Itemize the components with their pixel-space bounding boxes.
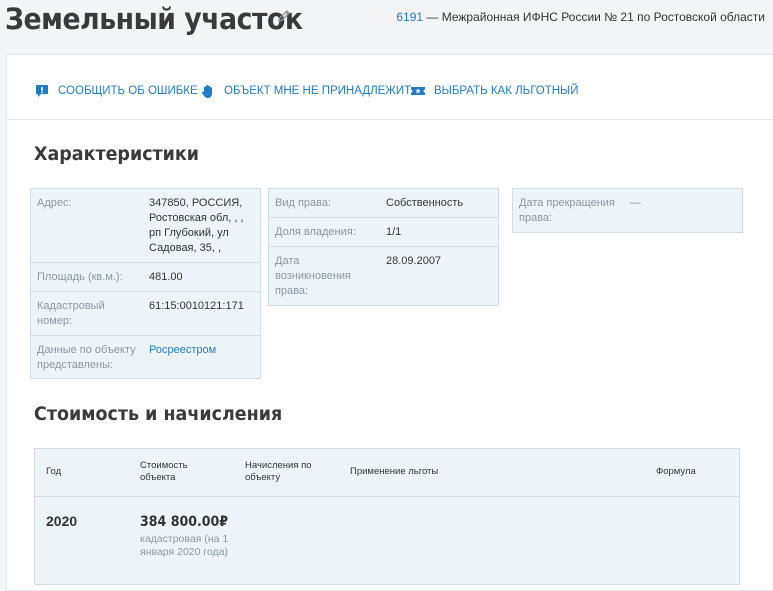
area-row: Площадь (кв.м.): 481.00 <box>31 263 260 292</box>
end-date-value: — <box>630 197 641 209</box>
cost-table: Год Стоимость объекта Начисления по объе… <box>34 448 740 585</box>
cost-row-year: 2020 <box>46 513 78 529</box>
share-row: Доля владения: 1/1 <box>269 218 498 247</box>
end-date-row: Дата прекращения права: — <box>513 189 742 232</box>
report-error-icon <box>36 85 48 97</box>
select-benefit-button[interactable]: Выбрать как льготный <box>410 83 579 99</box>
select-benefit-label: Выбрать как льготный <box>434 85 579 97</box>
cadastral-value: 61:15:0010121:171 <box>149 300 244 312</box>
cost-table-header: Год Стоимость объекта Начисления по объе… <box>35 449 739 497</box>
ticket-star-icon <box>411 87 425 95</box>
cost-row-value-cell: 384 800.00₽ кадастровая (на 1 января 202… <box>140 513 238 559</box>
cadastral-row: Кадастровый номер: 61:15:0010121:171 <box>31 292 260 336</box>
end-date-panel: Дата прекращения права: — <box>512 188 743 233</box>
pencil-icon[interactable] <box>276 8 292 24</box>
col-cost: Стоимость объекта <box>140 460 188 483</box>
actions-bar: Сообщить об ошибке Объект мне не принадл… <box>7 55 773 120</box>
address-row: Адрес: 347850, РОССИЯ, Ростовская обл, ,… <box>31 189 260 263</box>
source-link[interactable]: Росреестром <box>149 343 216 358</box>
right-date-row: Дата возникновения права: 28.09.2007 <box>269 247 498 305</box>
tax-office-name: — Межрайонная ИФНС России № 21 по Ростов… <box>423 10 765 24</box>
source-label: Данные по объекту представлены: <box>37 344 136 371</box>
characteristics-title: Характеристики <box>34 143 200 165</box>
share-value: 1/1 <box>386 226 402 238</box>
report-error-label: Сообщить об ошибке <box>58 85 198 97</box>
cost-row-note: кадастровая (на 1 января 2020 года) <box>140 533 229 558</box>
right-date-value: 28.09.2007 <box>386 255 442 267</box>
right-type-label: Вид права: <box>275 197 332 209</box>
right-type-value: Собственность <box>386 197 464 209</box>
col-benefit: Применение льготы <box>350 466 439 477</box>
right-date-label: Дата возникновения права: <box>275 255 351 297</box>
tax-office-code-link[interactable]: 6191 <box>396 10 423 24</box>
not-mine-label: Объект мне не принадлежит <box>224 85 412 97</box>
hand-icon <box>201 85 212 98</box>
area-value: 481.00 <box>149 271 183 283</box>
object-card: Сообщить об ошибке Объект мне не принадл… <box>6 54 773 591</box>
col-year: Год <box>46 466 62 477</box>
page-header: Земельный участок 6191 — Межрайонная ИФН… <box>0 0 773 48</box>
not-mine-button[interactable]: Объект мне не принадлежит <box>200 83 411 99</box>
address-panel: Адрес: 347850, РОССИЯ, Ростовская обл, ,… <box>30 188 261 379</box>
report-error-button[interactable]: Сообщить об ошибке <box>34 83 198 99</box>
col-formula: Формула <box>656 466 696 477</box>
share-label: Доля владения: <box>275 226 356 238</box>
cost-title: Стоимость и начисления <box>34 403 283 425</box>
address-label: Адрес: <box>37 197 72 209</box>
right-type-row: Вид права: Собственность <box>269 189 498 218</box>
tax-office: 6191 — Межрайонная ИФНС России № 21 по Р… <box>396 10 765 24</box>
page-title: Земельный участок <box>5 2 303 36</box>
cost-row-value: 384 800.00₽ <box>140 514 229 530</box>
area-label: Площадь (кв.м.): <box>37 271 123 283</box>
address-value: 347850, РОССИЯ, Ростовская обл, , , рп Г… <box>149 197 244 254</box>
col-charges: Начисления по объекту <box>245 460 312 483</box>
rights-panel: Вид права: Собственность Доля владения: … <box>268 188 499 306</box>
source-row: Данные по объекту представлены: Росреест… <box>31 336 260 378</box>
cadastral-label: Кадастровый номер: <box>37 300 105 327</box>
end-date-label: Дата прекращения права: <box>519 197 615 224</box>
